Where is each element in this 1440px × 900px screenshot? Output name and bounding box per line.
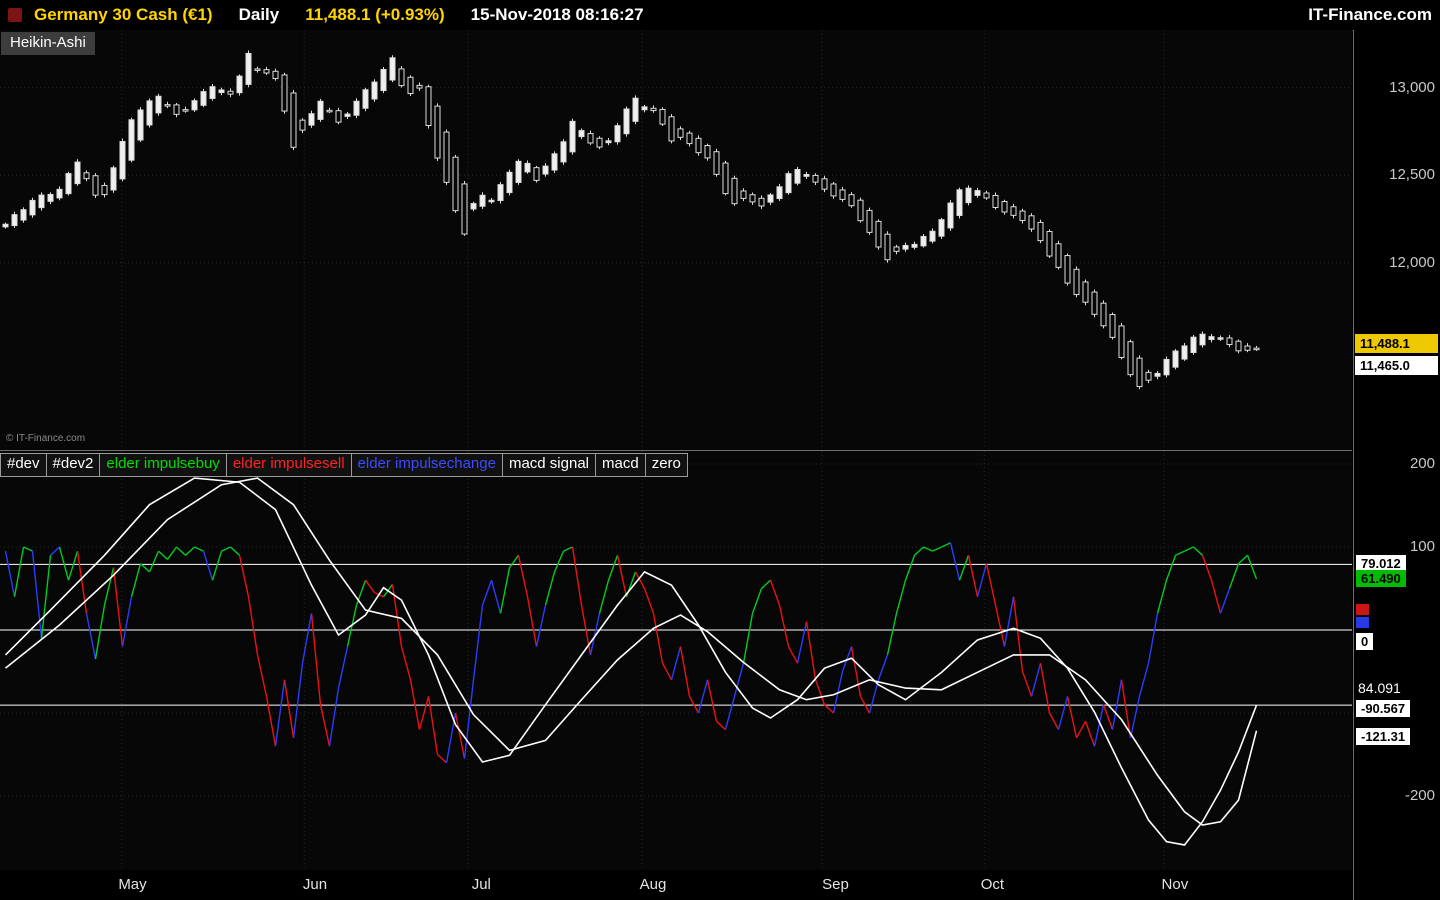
indicator-value-tag: -121.31: [1356, 728, 1411, 746]
legend-item-zero[interactable]: zero: [644, 453, 688, 477]
month-label-jul: Jul: [471, 876, 491, 893]
instrument-name[interactable]: Germany 30 Cash (€1): [34, 5, 213, 25]
price-axis[interactable]: 13,000 12,500 12,000 11,488.1 11,465.0 200 100…: [1353, 30, 1440, 900]
watermark: © IT-Finance.com: [6, 433, 86, 444]
title-bar: Germany 30 Cash (€1) Daily 11,488.1 (+0.…: [0, 0, 1440, 31]
last-price-tag: 11,488.1: [1355, 334, 1438, 354]
month-label-sep: Sep: [822, 876, 849, 893]
price-chart-canvas[interactable]: [0, 30, 1352, 450]
indicator-value-tag: 0: [1356, 632, 1374, 650]
month-label-nov: Nov: [1161, 876, 1189, 893]
price-tick: 12,000: [1389, 253, 1435, 271]
app-logo-icon: [8, 8, 22, 22]
indicator-value-tag: 61.490: [1356, 569, 1406, 587]
indicator-value-tag: 84.091: [1358, 679, 1401, 696]
month-label-jun: Jun: [302, 876, 328, 893]
legend-item--dev2[interactable]: #dev2: [45, 453, 101, 477]
indicator-canvas[interactable]: [0, 451, 1352, 870]
brand-name: IT-Finance.com: [1308, 5, 1432, 24]
indicator-legend: #dev #dev2 elder impulsebuy elder impulsese…: [0, 453, 688, 477]
legend-item-macd-signal[interactable]: macd signal: [501, 453, 596, 477]
chart-window: Germany 30 Cash (€1) Daily 11,488.1 (+0.…: [0, 0, 1440, 900]
time-axis[interactable]: May Jun Jul Aug Sep Oct Nov: [0, 870, 1352, 900]
legend-item-elder-impulsesell[interactable]: elder impulsesell: [225, 453, 352, 477]
month-label-oct: Oct: [980, 876, 1005, 893]
quote-datetime: 15-Nov-2018 08:16:27: [470, 5, 644, 24]
indicator-tick: 100: [1409, 538, 1435, 555]
timeframe-label[interactable]: Daily: [239, 5, 280, 25]
indicator-value-tag: -90.567: [1356, 699, 1411, 717]
legend-item-elder-impulsechange[interactable]: elder impulsechange: [350, 453, 503, 477]
price-tick: 13,000: [1389, 78, 1435, 96]
last-price-change: 11,488.1 (+0.93%): [305, 5, 445, 24]
indicator-value-tag: [1356, 604, 1369, 616]
indicator-tick: -200: [1404, 787, 1435, 804]
month-label-may: May: [118, 876, 147, 893]
legend-item-elder-impulsebuy[interactable]: elder impulsebuy: [99, 453, 227, 477]
price-tick: 12,500: [1389, 166, 1435, 184]
legend-item--dev[interactable]: #dev: [0, 453, 47, 477]
legend-item-macd[interactable]: macd: [595, 453, 646, 477]
indicator-tick: 200: [1409, 455, 1435, 472]
chart-type-label[interactable]: Heikin-Ashi: [1, 32, 95, 55]
month-label-aug: Aug: [639, 876, 667, 893]
prev-price-tag: 11,465.0: [1355, 356, 1438, 376]
indicator-value-tag: [1356, 617, 1369, 629]
